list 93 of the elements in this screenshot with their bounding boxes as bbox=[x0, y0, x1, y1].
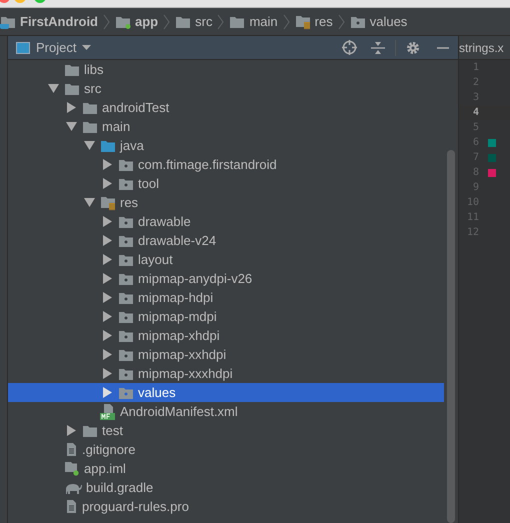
chevron-separator-icon bbox=[103, 14, 110, 30]
tree-item[interactable]: mipmap-anydpi-v26 bbox=[8, 269, 444, 288]
folder-icon bbox=[82, 120, 98, 134]
breadcrumb-item[interactable]: src bbox=[195, 14, 212, 29]
color-swatch[interactable] bbox=[488, 154, 496, 162]
package-folder-icon bbox=[118, 272, 134, 286]
expanded-arrow-icon[interactable] bbox=[84, 141, 94, 150]
caret-icon[interactable] bbox=[82, 44, 92, 50]
panel-title[interactable]: Project bbox=[36, 40, 76, 55]
folder-icon bbox=[175, 14, 192, 28]
package-folder-icon bbox=[118, 386, 134, 400]
tree-item[interactable]: proguard-rules.pro bbox=[8, 497, 444, 516]
package-folder-icon bbox=[118, 366, 134, 380]
chevron-separator-icon bbox=[282, 14, 290, 30]
package-folder-icon bbox=[118, 328, 134, 342]
tree-item[interactable]: test bbox=[8, 421, 444, 440]
folder-icon bbox=[100, 138, 116, 152]
tree-item[interactable]: com.ftimage.firstandroid bbox=[8, 155, 444, 174]
folder-icon bbox=[64, 82, 80, 96]
tree-item[interactable]: mipmap-xhdpi bbox=[8, 326, 444, 345]
breadcrumb-item[interactable]: FirstAndroid bbox=[20, 14, 98, 29]
expanded-arrow-icon[interactable] bbox=[48, 84, 58, 93]
breadcrumb-item[interactable]: main bbox=[249, 14, 278, 29]
text-file-icon bbox=[64, 442, 78, 457]
tree-item[interactable]: app.iml bbox=[8, 459, 444, 478]
tree-item[interactable]: src bbox=[8, 79, 444, 98]
tree-item[interactable]: mipmap-mdpi bbox=[8, 307, 444, 326]
module-folder-icon bbox=[115, 14, 131, 28]
locate-icon[interactable] bbox=[342, 40, 357, 55]
package-folder-icon bbox=[350, 14, 366, 28]
breadcrumb-item[interactable]: app bbox=[135, 14, 158, 29]
collapsed-arrow-icon[interactable] bbox=[102, 159, 112, 170]
tree-item[interactable]: .gitignore bbox=[8, 440, 444, 459]
tree-item[interactable]: build.gradle bbox=[8, 478, 444, 497]
tree-item[interactable]: mipmap-xxxhdpi bbox=[8, 364, 444, 383]
text-file-icon bbox=[64, 499, 78, 514]
module-file-icon bbox=[64, 461, 80, 476]
package-folder-icon bbox=[118, 214, 134, 228]
collapsed-arrow-icon[interactable] bbox=[66, 425, 76, 436]
chevron-separator-icon bbox=[338, 14, 345, 30]
expanded-arrow-icon[interactable] bbox=[84, 198, 94, 207]
package-folder-icon bbox=[118, 252, 134, 266]
package-folder-icon bbox=[118, 348, 134, 362]
tree-item[interactable]: layout bbox=[8, 250, 444, 269]
collapsed-arrow-icon[interactable] bbox=[102, 368, 112, 379]
window-icon bbox=[16, 42, 30, 54]
package-folder-icon bbox=[118, 158, 134, 172]
collapsed-arrow-icon[interactable] bbox=[102, 254, 112, 265]
tree-item[interactable]: AndroidManifest.xml bbox=[8, 402, 444, 421]
resource-folder-icon bbox=[294, 14, 311, 29]
collapsed-arrow-icon[interactable] bbox=[102, 349, 112, 360]
chevron-separator-icon bbox=[163, 14, 170, 30]
tree-item[interactable]: java bbox=[8, 136, 444, 155]
collapse-all-icon[interactable] bbox=[371, 40, 385, 54]
package-folder-icon bbox=[118, 310, 134, 324]
collapsed-arrow-icon[interactable] bbox=[102, 273, 112, 284]
breadcrumb-item[interactable]: values bbox=[370, 14, 408, 29]
collapsed-arrow-icon[interactable] bbox=[102, 216, 112, 227]
tree-item[interactable]: main bbox=[8, 117, 444, 136]
chevron-separator-icon bbox=[217, 14, 224, 30]
folder-icon bbox=[64, 62, 80, 76]
breadcrumb-item[interactable]: res bbox=[314, 14, 333, 29]
manifest-file-icon bbox=[100, 404, 116, 420]
tree-item[interactable]: androidTest bbox=[8, 98, 444, 117]
collapsed-arrow-icon[interactable] bbox=[102, 330, 112, 341]
project-folder-icon bbox=[0, 14, 16, 28]
folder-icon bbox=[82, 100, 98, 114]
tree-item[interactable]: libs bbox=[8, 60, 444, 79]
collapsed-arrow-icon[interactable] bbox=[102, 311, 112, 322]
folder-icon bbox=[229, 14, 246, 28]
collapsed-arrow-icon[interactable] bbox=[66, 102, 76, 113]
tree-item[interactable]: mipmap-xxhdpi bbox=[8, 345, 444, 364]
package-folder-icon bbox=[118, 290, 134, 304]
resource-folder-icon bbox=[100, 195, 116, 210]
package-folder-icon bbox=[118, 176, 134, 190]
collapsed-arrow-icon[interactable] bbox=[102, 387, 112, 398]
collapsed-arrow-icon[interactable] bbox=[102, 235, 112, 246]
tree-item[interactable]: res bbox=[8, 193, 444, 212]
collapsed-arrow-icon[interactable] bbox=[102, 292, 112, 303]
color-swatch[interactable] bbox=[488, 168, 496, 176]
color-swatch[interactable] bbox=[488, 138, 496, 146]
tree-item[interactable]: mipmap-hdpi bbox=[8, 288, 444, 307]
package-folder-icon bbox=[118, 234, 134, 248]
tree-item[interactable]: values bbox=[8, 383, 444, 402]
tree-item[interactable]: drawable bbox=[8, 212, 444, 231]
settings-icon[interactable] bbox=[406, 40, 420, 54]
collapsed-arrow-icon[interactable] bbox=[102, 178, 112, 189]
folder-icon bbox=[82, 424, 98, 438]
expanded-arrow-icon[interactable] bbox=[66, 122, 76, 131]
scrollbar[interactable] bbox=[447, 150, 455, 523]
tree-item[interactable]: tool bbox=[8, 174, 444, 193]
line-number: 4 bbox=[472, 107, 479, 118]
tree-item[interactable]: drawable-v24 bbox=[8, 231, 444, 250]
